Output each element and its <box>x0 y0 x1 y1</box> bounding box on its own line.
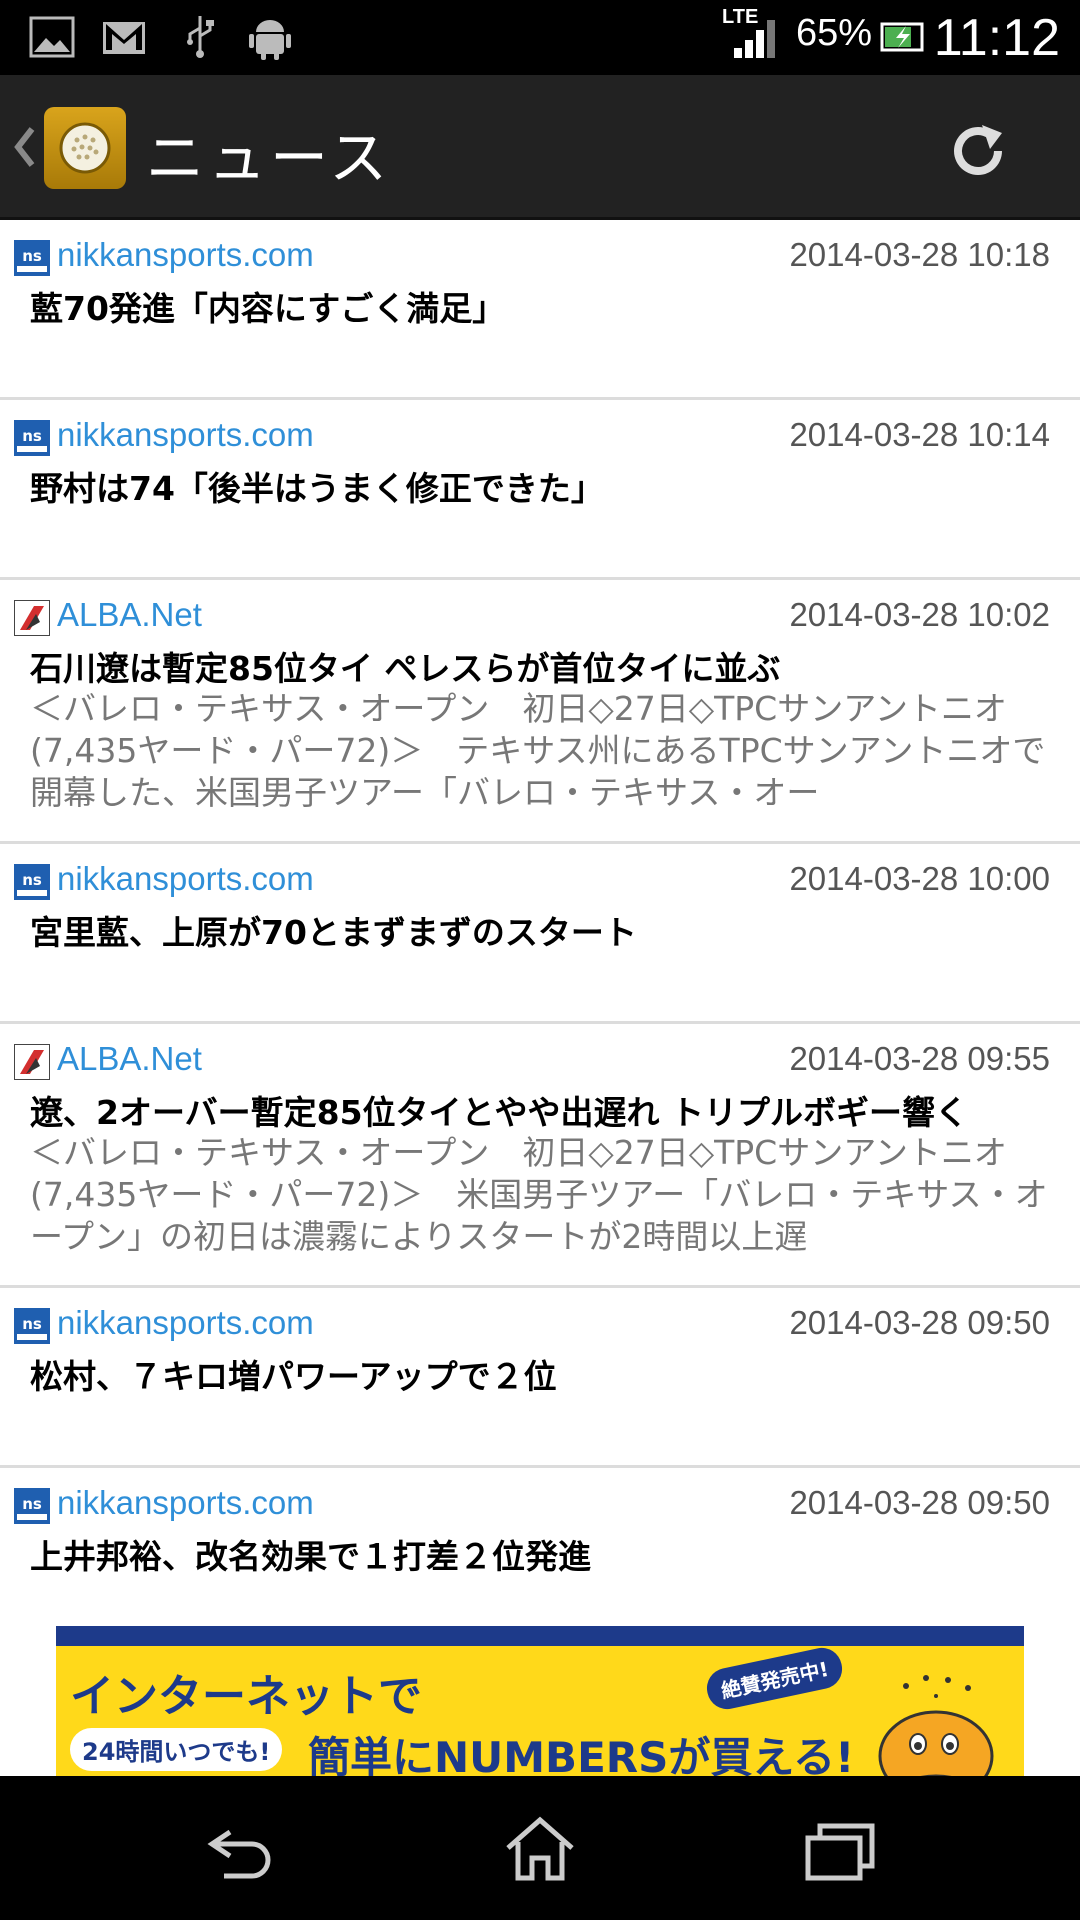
nikkansports-icon: ns <box>14 1308 50 1344</box>
alba-icon <box>14 600 50 636</box>
image-icon <box>29 16 75 58</box>
android-icon <box>249 20 291 60</box>
news-date: 2014-03-28 10:18 <box>789 236 1050 273</box>
news-item[interactable]: ns nikkansports.com 2014-03-28 10:14 野村は… <box>0 400 1080 580</box>
svg-text:ns: ns <box>22 1495 42 1513</box>
news-item[interactable]: ALBA.Net 2014-03-28 10:02 石川遼は暫定85位タイ ペレ… <box>0 580 1080 844</box>
status-bar: LTE 65% 11:12 <box>0 0 1080 75</box>
news-date: 2014-03-28 09:50 <box>789 1304 1050 1341</box>
gmail-icon <box>103 22 145 54</box>
action-bar: ニュース <box>0 75 1080 220</box>
news-headline[interactable]: 藍70発進「内容にすごく満足」 <box>30 282 505 330</box>
nikkansports-icon: ns <box>14 420 50 456</box>
navigation-bar <box>0 1776 1080 1920</box>
back-chevron-icon[interactable] <box>12 123 36 171</box>
ad-sponsor: ジャパンネット銀行 <box>64 1629 199 1647</box>
page-title: ニュース <box>146 124 392 192</box>
news-headline[interactable]: 宮里藍、上原が70とまずまずのスタート <box>30 906 637 954</box>
news-source[interactable]: ALBA.Net <box>57 1040 202 1078</box>
ad-headline: インターネットで <box>70 1671 422 1722</box>
news-date: 2014-03-28 10:00 <box>789 860 1050 897</box>
alba-icon <box>14 1044 50 1080</box>
news-source[interactable]: nikkansports.com <box>57 416 314 454</box>
news-item[interactable]: ns nikkansports.com 2014-03-28 09:50 上井邦… <box>0 1468 1080 1648</box>
ad-badge: 絶賛発売中! <box>703 1646 846 1713</box>
ad-banner[interactable]: ジャパンネット銀行 インターネットで 24時間いつでも! 簡単にNUMBERSが… <box>56 1626 1024 1776</box>
svg-text:ns: ns <box>22 1315 42 1333</box>
news-headline[interactable]: 野村は74「後半はうまく修正できた」 <box>30 462 604 510</box>
signal-icon <box>734 20 775 58</box>
news-source[interactable]: nikkansports.com <box>57 1304 314 1342</box>
refresh-icon[interactable] <box>946 119 1010 183</box>
nikkansports-icon: ns <box>14 864 50 900</box>
news-date: 2014-03-28 09:55 <box>789 1040 1050 1077</box>
news-date: 2014-03-28 09:50 <box>789 1484 1050 1521</box>
news-source[interactable]: nikkansports.com <box>57 1484 314 1522</box>
svg-text:ns: ns <box>22 427 42 445</box>
battery-icon <box>880 22 924 52</box>
news-source[interactable]: nikkansports.com <box>57 236 314 274</box>
golf-ball-app-icon[interactable] <box>44 107 126 189</box>
clock: 11:12 <box>933 9 1060 67</box>
mascot-icon <box>878 1675 994 1776</box>
ad-tagline: 簡単にNUMBERSが買える! <box>308 1733 855 1776</box>
news-summary: ＜バレロ・テキサス・オープン 初日◇27日◇TPCサンアントニオ(7,435ヤー… <box>30 689 1046 812</box>
nikkansports-icon: ns <box>14 1488 50 1524</box>
battery-percent: 65% <box>796 12 873 54</box>
nikkansports-icon: ns <box>14 240 50 276</box>
ad-pill: 24時間いつでも! <box>70 1728 283 1771</box>
news-summary: ＜バレロ・テキサス・オープン 初日◇27日◇TPCサンアントニオ(7,435ヤー… <box>30 1133 1048 1256</box>
home-icon[interactable] <box>500 1816 580 1882</box>
news-date: 2014-03-28 10:02 <box>789 596 1050 633</box>
news-date: 2014-03-28 10:14 <box>789 416 1050 453</box>
back-icon[interactable] <box>200 1816 280 1882</box>
news-list: ns nikkansports.com 2014-03-28 10:18 藍70… <box>0 220 1080 1648</box>
news-headline[interactable]: 松村、７キロ増パワーアップで２位 <box>30 1350 557 1398</box>
news-headline[interactable]: 遼、2オーバー暫定85位タイとやや出遅れ トリプルボギー響く <box>30 1086 968 1134</box>
news-item[interactable]: ns nikkansports.com 2014-03-28 10:18 藍70… <box>0 220 1080 400</box>
news-source[interactable]: ALBA.Net <box>57 596 202 634</box>
news-item[interactable]: ns nikkansports.com 2014-03-28 09:50 松村、… <box>0 1288 1080 1468</box>
news-source[interactable]: nikkansports.com <box>57 860 314 898</box>
news-item[interactable]: ns nikkansports.com 2014-03-28 10:00 宮里藍… <box>0 844 1080 1024</box>
news-headline[interactable]: 石川遼は暫定85位タイ ペレスらが首位タイに並ぶ <box>30 642 780 690</box>
svg-text:ns: ns <box>22 247 42 265</box>
usb-icon <box>187 16 214 58</box>
news-headline[interactable]: 上井邦裕、改名効果で１打差２位発進 <box>30 1530 591 1578</box>
recent-apps-icon[interactable] <box>800 1816 880 1882</box>
svg-text:ns: ns <box>22 871 42 889</box>
news-item[interactable]: ALBA.Net 2014-03-28 09:55 遼、2オーバー暫定85位タイ… <box>0 1024 1080 1288</box>
